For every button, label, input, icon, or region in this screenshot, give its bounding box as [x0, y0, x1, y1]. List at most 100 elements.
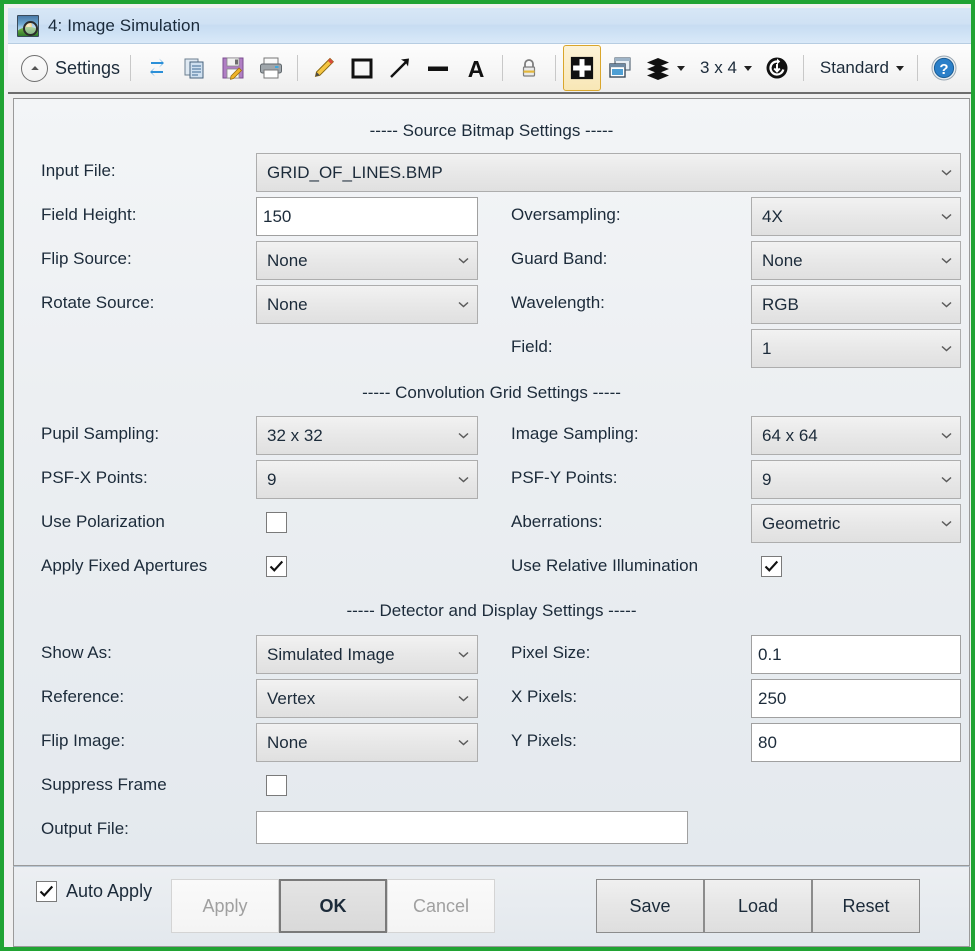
print-icon [256, 53, 286, 83]
psf-y-points-combo[interactable]: 9 [751, 460, 961, 499]
pixel-size-input[interactable]: 0.1 [751, 635, 961, 674]
suppress-frame-label: Suppress Frame [41, 775, 167, 794]
convolution-section-heading: ----- Convolution Grid Settings ----- [362, 383, 621, 402]
x-pixels-input[interactable]: 250 [751, 679, 961, 718]
use-polarization-checkbox[interactable] [266, 512, 287, 533]
y-pixels-label: Y Pixels: [511, 731, 577, 750]
load-settings-button[interactable]: Load [704, 879, 812, 933]
save-button[interactable] [214, 48, 252, 88]
rectangle-annotation-icon [347, 53, 377, 83]
wavelength-value: RGB [762, 294, 799, 314]
oversampling-combo[interactable]: 4X [751, 197, 961, 236]
chevron-down-icon [941, 520, 952, 527]
input-file-label: Input File: [41, 161, 116, 180]
text-annotation-button[interactable]: A [457, 48, 495, 88]
detach-window-button[interactable] [601, 48, 639, 88]
field-height-input[interactable]: 150 [256, 197, 478, 236]
wavelength-label: Wavelength: [511, 293, 605, 312]
window-title: 4: Image Simulation [48, 15, 201, 35]
grid-size-dropdown[interactable]: 3 x 4 [693, 48, 758, 88]
source-section-heading: ----- Source Bitmap Settings ----- [369, 121, 614, 140]
pupil-sampling-combo[interactable]: 32 x 32 [256, 416, 478, 455]
line-annotation-button[interactable] [419, 48, 457, 88]
apply-label: Apply [202, 895, 248, 916]
show-as-label: Show As: [41, 643, 112, 662]
pencil-annotation-icon [309, 53, 339, 83]
oversampling-label: Oversampling: [511, 205, 621, 224]
chevron-down-icon [941, 257, 952, 264]
line-annotation-icon [423, 53, 453, 83]
fit-window-button[interactable] [563, 45, 602, 91]
refresh-button[interactable] [138, 48, 176, 88]
rotate-source-label: Rotate Source: [41, 293, 155, 312]
psf-y-points-value: 9 [762, 469, 772, 489]
aberrations-combo[interactable]: Geometric [751, 504, 961, 543]
cancel-label: Cancel [412, 895, 470, 916]
auto-apply-checkbox[interactable] [36, 881, 57, 902]
style-dropdown[interactable]: Standard [813, 48, 910, 88]
copy-button[interactable] [176, 48, 214, 88]
psf-x-points-combo[interactable]: 9 [256, 460, 478, 499]
cancel-button[interactable]: Cancel [387, 879, 495, 933]
rectangle-annotation-button[interactable] [343, 48, 381, 88]
suppress-frame-checkbox[interactable] [266, 775, 287, 796]
input-file-combo[interactable]: GRID_OF_LINES.BMP [256, 153, 961, 192]
lock-button[interactable] [510, 48, 548, 88]
chevron-down-icon [941, 345, 952, 352]
layers-button[interactable] [639, 48, 691, 88]
toolbar-separator [130, 55, 132, 81]
wavelength-combo[interactable]: RGB [751, 285, 961, 324]
use-relative-illumination-checkbox[interactable] [761, 556, 782, 577]
apply-fixed-apertures-label: Apply Fixed Apertures [41, 556, 208, 575]
chevron-down-icon [458, 695, 469, 702]
print-button[interactable] [252, 48, 290, 88]
pencil-annotation-button[interactable] [305, 48, 343, 88]
toolbar-separator [555, 55, 557, 81]
y-pixels-input[interactable]: 80 [751, 723, 961, 762]
toolbar-separator [297, 55, 299, 81]
image-sampling-combo[interactable]: 64 x 64 [751, 416, 961, 455]
field-label: Field: [511, 337, 553, 356]
lock-icon [514, 53, 544, 83]
image-simulation-window: 4: Image Simulation Settings A 3 x 4 Sta… [0, 0, 975, 951]
toolbar-separator [916, 55, 918, 81]
settings-form: ----- Source Bitmap Settings ----- Input… [13, 98, 970, 866]
apply-fixed-apertures-checkbox[interactable] [266, 556, 287, 577]
flip-image-combo[interactable]: None [256, 723, 478, 762]
guard-band-combo[interactable]: None [751, 241, 961, 280]
save-settings-button[interactable]: Save [596, 879, 704, 933]
x-pixels-label: X Pixels: [511, 687, 578, 706]
svg-text:A: A [468, 56, 485, 81]
show-as-combo[interactable]: Simulated Image [256, 635, 478, 674]
field-value: 1 [762, 338, 772, 358]
use-relative-illumination-label: Use Relative Illumination [511, 556, 699, 575]
output-file-input[interactable] [256, 811, 688, 844]
flip-source-combo[interactable]: None [256, 241, 478, 280]
flip-image-value: None [267, 732, 308, 752]
field-height-value: 150 [263, 206, 292, 226]
flip-source-label: Flip Source: [41, 249, 132, 268]
svg-text:?: ? [939, 61, 948, 78]
ok-button[interactable]: OK [279, 879, 387, 933]
reset-settings-button[interactable]: Reset [812, 879, 920, 933]
field-combo[interactable]: 1 [751, 329, 961, 368]
chevron-down-icon [941, 169, 952, 176]
save-icon [218, 53, 248, 83]
chevron-down-icon [458, 301, 469, 308]
help-button[interactable]: ? [925, 48, 963, 88]
guard-band-value: None [762, 250, 803, 270]
reference-value: Vertex [267, 688, 316, 708]
chevron-down-icon [743, 65, 752, 71]
chevron-down-icon [941, 432, 952, 439]
reference-combo[interactable]: Vertex [256, 679, 478, 718]
refresh-all-button[interactable] [758, 48, 796, 88]
reset-label: Reset [842, 895, 890, 916]
apply-button[interactable]: Apply [171, 879, 279, 933]
chevron-up-circle-icon [21, 54, 48, 82]
save-label: Save [629, 895, 671, 916]
pupil-sampling-label: Pupil Sampling: [41, 424, 160, 443]
rotate-source-combo[interactable]: None [256, 285, 478, 324]
arrow-annotation-button[interactable] [381, 48, 419, 88]
settings-button[interactable]: Settings [18, 48, 123, 88]
dialog-footer: Auto Apply Apply OK Cancel Save Load Res… [13, 866, 970, 947]
